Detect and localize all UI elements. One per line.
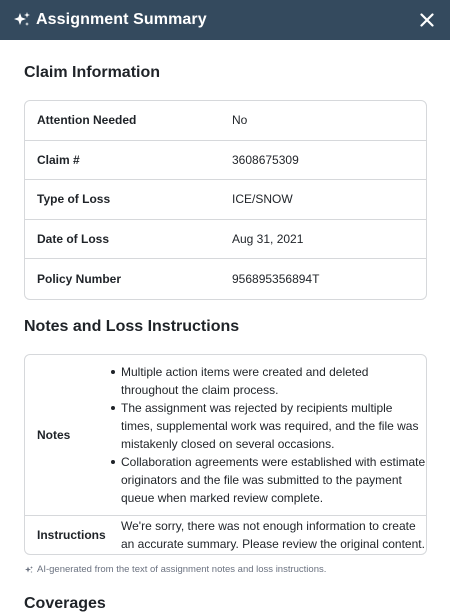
list-item: Multiple action items were created and d…	[109, 363, 426, 399]
list-item: Collaboration agreements were establishe…	[109, 453, 426, 507]
instructions-value: We're sorry, there was not enough inform…	[121, 519, 425, 551]
notes-list: Multiple action items were created and d…	[109, 363, 426, 507]
row-value: 956895356894T	[232, 272, 320, 287]
row-label: Claim #	[37, 152, 80, 167]
list-item: The assignment was rejected by recipient…	[109, 399, 426, 453]
sparkle-icon	[24, 565, 34, 575]
instructions-label: Instructions	[37, 528, 106, 542]
claim-information-heading: Claim Information	[24, 64, 161, 81]
table-row: Policy Number 956895356894T	[25, 259, 426, 299]
row-value: ICE/SNOW	[232, 192, 293, 207]
modal-header: Assignment Summary	[0, 0, 450, 40]
row-label: Date of Loss	[37, 232, 110, 247]
ai-disclaimer-text: AI-generated from the text of assignment…	[37, 564, 327, 575]
row-label: Type of Loss	[37, 192, 111, 207]
notes-label: Notes	[37, 428, 71, 442]
coverages-heading: Coverages	[24, 595, 106, 612]
row-value: 3608675309	[232, 152, 299, 167]
modal-title: Assignment Summary	[36, 11, 207, 28]
notes-card: Notes Multiple action items were created…	[24, 354, 427, 555]
claim-information-card: Attention Needed No Claim # 3608675309 T…	[24, 100, 427, 300]
close-icon[interactable]	[418, 11, 436, 29]
row-label: Attention Needed	[37, 113, 137, 128]
table-row: Type of Loss ICE/SNOW	[25, 180, 426, 220]
sparkle-icon	[12, 10, 32, 30]
row-value: No	[232, 113, 248, 128]
notes-heading: Notes and Loss Instructions	[24, 318, 240, 335]
table-row: Attention Needed No	[25, 101, 426, 141]
table-row: Claim # 3608675309	[25, 141, 426, 181]
instructions-row: Instructions We're sorry, there was not …	[25, 516, 426, 554]
row-label: Policy Number	[37, 272, 122, 287]
row-value: Aug 31, 2021	[232, 232, 304, 247]
notes-row: Notes Multiple action items were created…	[25, 355, 426, 516]
ai-disclaimer: AI-generated from the text of assignment…	[24, 564, 326, 575]
table-row: Date of Loss Aug 31, 2021	[25, 220, 426, 260]
